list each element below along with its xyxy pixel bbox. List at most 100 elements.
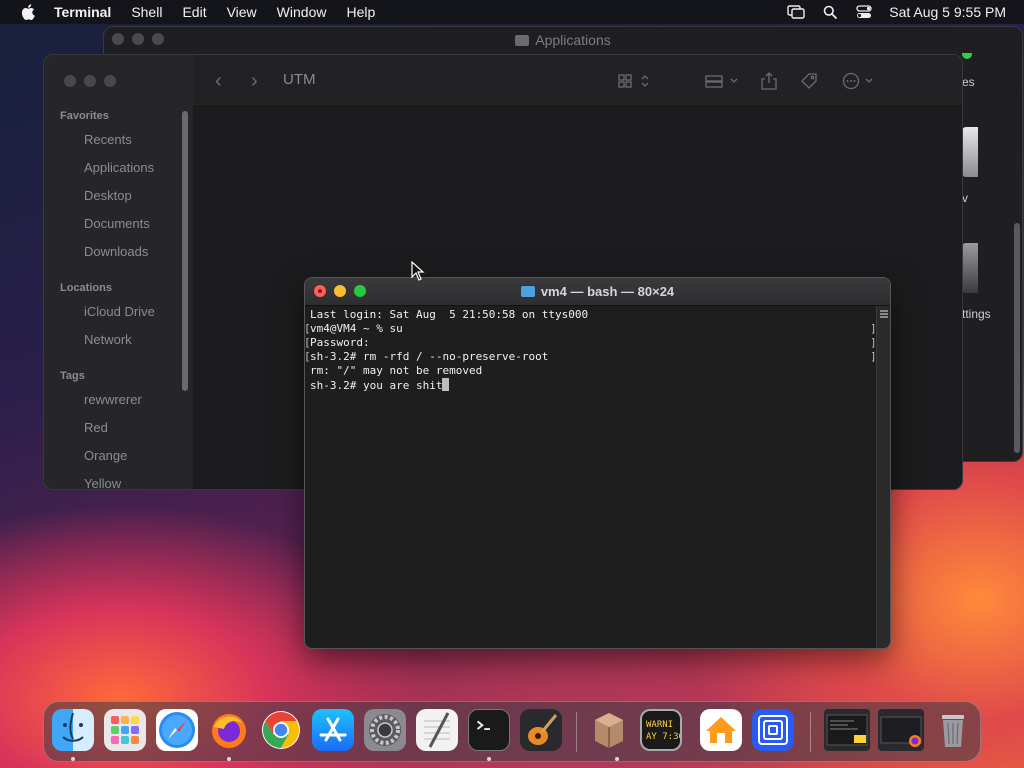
- zoom-button[interactable]: [104, 75, 116, 87]
- edge-label: ttings: [962, 307, 991, 321]
- window-controls: [64, 75, 116, 87]
- terminal-line: sh-3.2# rm -rfd / --no-preserve-root: [305, 350, 877, 364]
- terminal-titlebar[interactable]: vm4 — bash — 80×24: [305, 278, 890, 306]
- terminal-output[interactable]: Last login: Sat Aug 5 21:50:58 on ttys00…: [305, 306, 877, 648]
- menu-view[interactable]: View: [217, 0, 267, 24]
- menu-window[interactable]: Window: [267, 0, 337, 24]
- terminal-scrollbar[interactable]: [876, 306, 890, 648]
- window-controls: [314, 285, 366, 297]
- utm-icon[interactable]: [588, 709, 630, 751]
- chrome-icon[interactable]: [260, 709, 302, 751]
- terminal-line: vm4@VM4 ~ % su: [305, 322, 877, 336]
- scrollbar[interactable]: [1014, 223, 1020, 453]
- control-center-icon[interactable]: [855, 3, 873, 21]
- screen-sharing-icon[interactable]: [752, 709, 794, 751]
- apple-menu-icon[interactable]: [18, 0, 38, 24]
- share-icon[interactable]: [757, 70, 781, 92]
- dock-separator: [810, 712, 811, 752]
- terminal-title: vm4 — bash — 80×24: [540, 284, 675, 299]
- window-preview-terminal[interactable]: [824, 709, 870, 751]
- sidebar-section-tags: Tags: [60, 370, 85, 382]
- group-by-icon[interactable]: [703, 70, 743, 92]
- terminal-icon[interactable]: [468, 709, 510, 751]
- applications-titlebar: Applications: [104, 27, 1022, 53]
- console-icon[interactable]: WARNI AY 7:36: [640, 709, 682, 751]
- terminal-line: rm: "/" may not be removed: [310, 364, 483, 377]
- mouse-pointer-icon: [411, 261, 425, 281]
- split-pane-icon[interactable]: [880, 310, 888, 318]
- edge-label: es: [962, 75, 975, 89]
- menu-bar: Terminal Shell Edit View Window Help Sat…: [0, 0, 1024, 24]
- finder-title: UTM: [283, 71, 316, 88]
- firefox-icon[interactable]: [208, 709, 250, 751]
- sidebar-item-desktop[interactable]: Desktop: [84, 188, 132, 203]
- minimize-button[interactable]: [334, 285, 346, 297]
- textedit-icon[interactable]: [416, 709, 458, 751]
- screen-mirroring-icon[interactable]: [787, 3, 805, 21]
- finder-icon[interactable]: [52, 709, 94, 751]
- console-text: WARNI: [646, 720, 673, 730]
- close-button[interactable]: [64, 75, 76, 87]
- minimize-button[interactable]: [132, 33, 144, 45]
- running-indicator: [487, 757, 491, 761]
- finder-sidebar: Favorites Recents Applications Desktop D…: [44, 55, 193, 489]
- app-store-icon[interactable]: [312, 709, 354, 751]
- sidebar-tag-rewwrerer[interactable]: rewwrerer: [84, 392, 142, 407]
- console-text: AY 7:36: [646, 732, 680, 742]
- status-dot: [962, 53, 972, 59]
- finder-toolbar: ‹ › UTM: [193, 55, 962, 107]
- system-settings-icon[interactable]: [364, 709, 406, 751]
- menu-shell[interactable]: Shell: [121, 0, 172, 24]
- minimize-button[interactable]: [84, 75, 96, 87]
- sidebar-tag-yellow[interactable]: Yellow: [84, 476, 121, 489]
- window-controls: [112, 33, 164, 45]
- menu-app-name[interactable]: Terminal: [52, 0, 121, 24]
- terminal-prompt-line: sh-3.2# you are shit: [310, 378, 876, 392]
- sidebar-tag-orange[interactable]: Orange: [84, 448, 127, 463]
- folder-icon: [520, 286, 535, 297]
- running-indicator: [227, 757, 231, 761]
- terminal-input-text: sh-3.2# you are shit: [310, 379, 443, 392]
- sidebar-item-downloads[interactable]: Downloads: [84, 244, 148, 259]
- sidebar-tag-red[interactable]: Red: [84, 420, 108, 435]
- terminal-line: Password:: [305, 336, 877, 350]
- zoom-button[interactable]: [152, 33, 164, 45]
- terminal-line: Last login: Sat Aug 5 21:50:58 on ttys00…: [310, 308, 589, 321]
- close-button[interactable]: [314, 285, 326, 297]
- settings-icon-partial[interactable]: [962, 243, 978, 293]
- sidebar-item-icloud-drive[interactable]: iCloud Drive: [84, 304, 155, 319]
- home-icon[interactable]: [700, 709, 742, 751]
- trash-icon[interactable]: [932, 709, 974, 751]
- menu-help[interactable]: Help: [336, 0, 385, 24]
- menu-edit[interactable]: Edit: [172, 0, 216, 24]
- view-mode-icon[interactable]: [615, 70, 655, 92]
- sidebar-item-recents[interactable]: Recents: [84, 132, 132, 147]
- more-actions-icon[interactable]: [839, 70, 879, 92]
- launchpad-icon[interactable]: [104, 709, 146, 751]
- sidebar-item-network[interactable]: Network: [84, 332, 132, 347]
- zoom-button[interactable]: [354, 285, 366, 297]
- safari-icon[interactable]: [156, 709, 198, 751]
- applications-title: Applications: [535, 32, 611, 48]
- running-indicator: [615, 757, 619, 761]
- sidebar-section-locations: Locations: [60, 282, 112, 294]
- close-button[interactable]: [112, 33, 124, 45]
- folder-icon: [515, 34, 530, 46]
- garageband-icon[interactable]: [520, 709, 562, 751]
- menu-clock[interactable]: Sat Aug 5 9:55 PM: [889, 4, 1006, 20]
- app-icon-partial[interactable]: [962, 127, 978, 177]
- forward-icon[interactable]: ›: [251, 71, 258, 91]
- sidebar-scrollbar[interactable]: [182, 111, 188, 391]
- dock: WARNI AY 7:36: [43, 701, 981, 762]
- spotlight-search-icon[interactable]: [821, 3, 839, 21]
- sidebar-item-documents[interactable]: Documents: [84, 216, 150, 231]
- sidebar-section-favorites: Favorites: [60, 110, 109, 122]
- tag-icon[interactable]: [797, 70, 821, 92]
- terminal-window[interactable]: vm4 — bash — 80×24 Last login: Sat Aug 5…: [304, 277, 891, 649]
- running-indicator: [71, 757, 75, 761]
- text-cursor: [442, 378, 450, 391]
- sidebar-item-applications[interactable]: Applications: [84, 160, 154, 175]
- back-icon[interactable]: ‹: [215, 71, 222, 91]
- dock-separator: [576, 712, 577, 752]
- window-preview-firefox[interactable]: [878, 709, 924, 751]
